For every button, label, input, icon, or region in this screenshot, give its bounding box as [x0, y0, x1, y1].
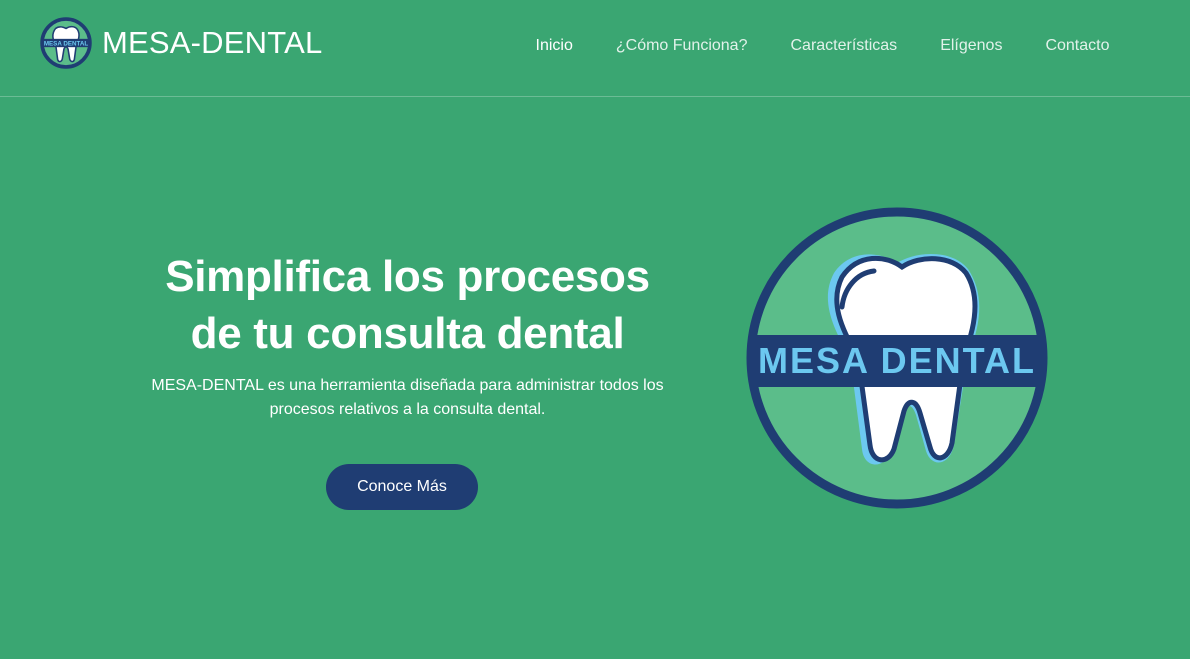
nav-eligenos[interactable]: Elígenos	[919, 37, 1024, 55]
nav-inicio[interactable]: Inicio	[514, 37, 594, 55]
hero-title: Simplifica los procesos de tu consulta d…	[130, 248, 685, 362]
mesa-dental-logo-icon: MESA DENTAL	[746, 207, 1048, 509]
nav-contacto[interactable]: Contacto	[1024, 37, 1131, 55]
brand-name: MESA-DENTAL	[102, 25, 323, 60]
main-nav: Inicio ¿Cómo Funciona? Características E…	[514, 37, 1131, 55]
hero-subtitle-line-2: procesos relativos a la consulta dental.	[269, 401, 546, 418]
brand-logo-text: MESA DENTAL	[44, 41, 89, 48]
conoce-mas-button[interactable]: Conoce Más	[326, 464, 478, 510]
hero-title-line-2: de tu consulta dental	[190, 309, 625, 358]
hero-section: Simplifica los procesos de tu consulta d…	[130, 248, 685, 422]
hero-subtitle-line-1: MESA-DENTAL es una herramienta diseñada …	[151, 377, 664, 394]
nav-como-funciona[interactable]: ¿Cómo Funciona?	[594, 37, 769, 55]
tooth-logo-icon: MESA DENTAL	[40, 17, 92, 69]
navbar: MESA DENTAL MESA-DENTAL Inicio ¿Cómo Fun…	[0, 0, 1190, 97]
nav-caracteristicas[interactable]: Características	[769, 37, 919, 55]
hero-logo-text: MESA DENTAL	[758, 340, 1036, 381]
brand-link[interactable]: MESA DENTAL MESA-DENTAL	[40, 17, 322, 69]
hero-subtitle: MESA-DENTAL es una herramienta diseñada …	[130, 374, 685, 422]
hero-title-line-1: Simplifica los procesos	[165, 252, 650, 301]
